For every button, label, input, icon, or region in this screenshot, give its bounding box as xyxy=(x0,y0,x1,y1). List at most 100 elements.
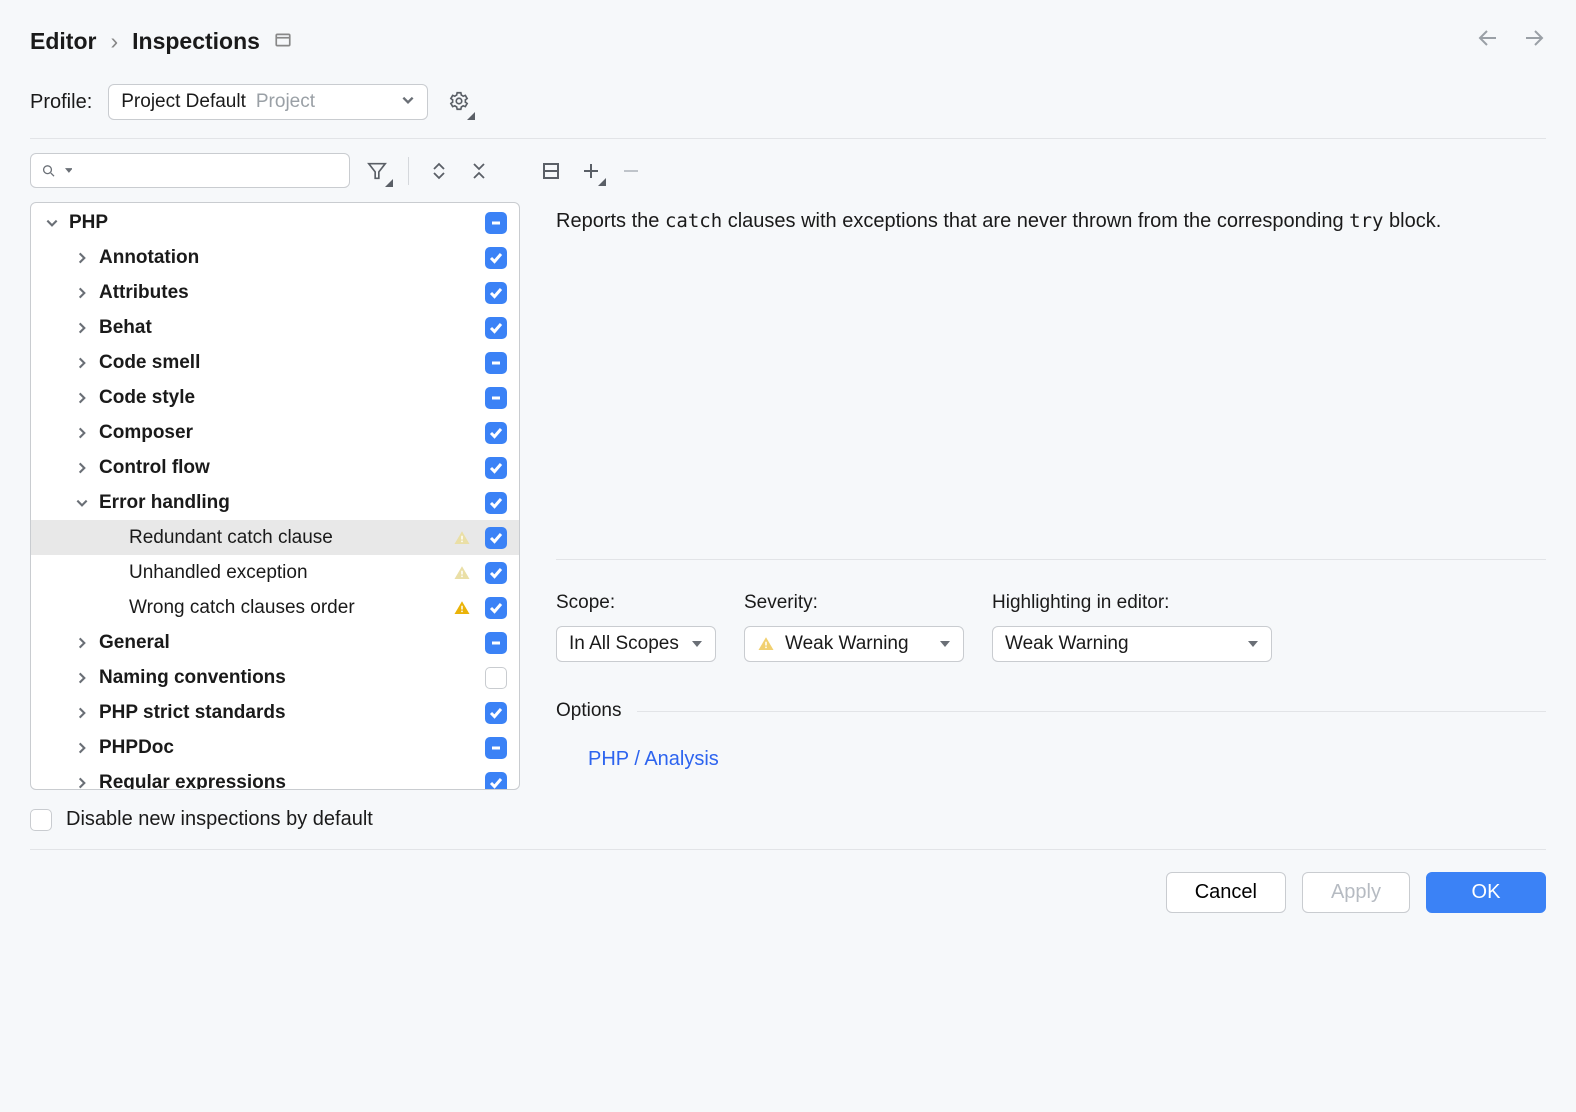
warning-icon xyxy=(453,529,471,547)
ok-button[interactable]: OK xyxy=(1426,872,1546,913)
inspection-checkbox[interactable] xyxy=(485,352,507,374)
chevron-down-icon[interactable] xyxy=(41,212,63,234)
chevron-right-icon[interactable] xyxy=(71,282,93,304)
add-button[interactable] xyxy=(577,157,605,185)
expand-all-button[interactable] xyxy=(425,157,453,185)
disable-new-inspections-checkbox[interactable] xyxy=(30,809,52,831)
chevron-right-icon[interactable] xyxy=(71,457,93,479)
tree-item-label: Error handling xyxy=(99,492,477,514)
tree-row[interactable]: PHP xyxy=(31,205,519,240)
profile-label: Profile: xyxy=(30,91,92,114)
tree-row[interactable]: Code style xyxy=(31,380,519,415)
tree-row[interactable]: Unhandled exception xyxy=(31,555,519,590)
inspection-checkbox[interactable] xyxy=(485,457,507,479)
tree-row[interactable]: PHPDoc xyxy=(31,730,519,765)
chevron-right-icon[interactable] xyxy=(71,667,93,689)
tree-row[interactable]: Naming conventions xyxy=(31,660,519,695)
tree-item-label: Composer xyxy=(99,422,477,444)
severity-dropdown[interactable]: Weak Warning xyxy=(744,626,964,662)
highlighting-dropdown[interactable]: Weak Warning xyxy=(992,626,1272,662)
inspection-checkbox[interactable] xyxy=(485,212,507,234)
inspection-checkbox[interactable] xyxy=(485,702,507,724)
warning-icon xyxy=(453,599,471,617)
collapse-all-button[interactable] xyxy=(465,157,493,185)
chevron-right-icon[interactable] xyxy=(71,387,93,409)
tree-item-label: Annotation xyxy=(99,247,477,269)
tree-row[interactable]: Control flow xyxy=(31,450,519,485)
disable-new-inspections-label: Disable new inspections by default xyxy=(66,808,373,831)
remove-button[interactable] xyxy=(617,157,645,185)
chevron-right-icon[interactable] xyxy=(71,702,93,724)
nav-back-icon[interactable] xyxy=(1476,26,1500,56)
nav-forward-icon[interactable] xyxy=(1522,26,1546,56)
dropdown-icon xyxy=(691,638,703,650)
inspection-checkbox[interactable] xyxy=(485,772,507,791)
highlighting-label: Highlighting in editor: xyxy=(992,592,1272,614)
tree-row[interactable]: Redundant catch clause xyxy=(31,520,519,555)
inspection-checkbox[interactable] xyxy=(485,667,507,689)
inspection-description: Reports the catch clauses with exception… xyxy=(556,202,1546,237)
show-in-window-icon[interactable] xyxy=(274,28,292,55)
tree-row[interactable]: Composer xyxy=(31,415,519,450)
search-dropdown-icon xyxy=(65,166,73,175)
tree-row[interactable]: Code smell xyxy=(31,345,519,380)
inspection-checkbox[interactable] xyxy=(485,492,507,514)
inspection-checkbox[interactable] xyxy=(485,527,507,549)
apply-button[interactable]: Apply xyxy=(1302,872,1410,913)
inspection-checkbox[interactable] xyxy=(485,632,507,654)
chevron-right-icon xyxy=(101,527,123,549)
inspection-checkbox[interactable] xyxy=(485,247,507,269)
options-heading: Options xyxy=(556,700,621,722)
warning-icon xyxy=(453,564,471,582)
breadcrumb-parent[interactable]: Editor xyxy=(30,28,96,55)
chevron-right-icon[interactable] xyxy=(71,247,93,269)
tree-row[interactable]: Annotation xyxy=(31,240,519,275)
chevron-right-icon[interactable] xyxy=(71,632,93,654)
options-link[interactable]: PHP / Analysis xyxy=(556,748,1546,771)
tree-row[interactable]: Wrong catch clauses order xyxy=(31,590,519,625)
tree-row[interactable]: Error handling xyxy=(31,485,519,520)
cancel-button[interactable]: Cancel xyxy=(1166,872,1286,913)
breadcrumb: Editor › Inspections xyxy=(30,28,292,55)
dropdown-icon xyxy=(939,638,951,650)
inspection-checkbox[interactable] xyxy=(485,387,507,409)
inspection-checkbox[interactable] xyxy=(485,737,507,759)
tree-item-label: Code style xyxy=(99,387,477,409)
tree-row[interactable]: PHP strict standards xyxy=(31,695,519,730)
tree-row[interactable]: Attributes xyxy=(31,275,519,310)
tree-item-label: PHP strict standards xyxy=(99,702,477,724)
chevron-right-icon[interactable] xyxy=(71,422,93,444)
inspection-checkbox[interactable] xyxy=(485,317,507,339)
tree-item-label: Control flow xyxy=(99,457,477,479)
reset-to-default-button[interactable] xyxy=(537,157,565,185)
tree-row[interactable]: Regular expressions xyxy=(31,765,519,790)
warning-icon xyxy=(757,635,775,653)
tree-item-label: PHP xyxy=(69,212,477,234)
filter-button[interactable] xyxy=(362,156,392,186)
tree-row[interactable]: Behat xyxy=(31,310,519,345)
tree-item-label: Attributes xyxy=(99,282,477,304)
tree-item-label: Wrong catch clauses order xyxy=(129,597,453,619)
inspection-checkbox[interactable] xyxy=(485,562,507,584)
inspections-tree[interactable]: PHP Annotation Attributes BehatCode smell Co… xyxy=(30,202,520,790)
chevron-down-icon xyxy=(401,91,415,113)
chevron-right-icon[interactable] xyxy=(71,772,93,791)
inspection-checkbox[interactable] xyxy=(485,282,507,304)
tree-row[interactable]: General xyxy=(31,625,519,660)
inspection-checkbox[interactable] xyxy=(485,422,507,444)
profile-dropdown[interactable]: Project Default Project xyxy=(108,84,428,120)
inspection-checkbox[interactable] xyxy=(485,597,507,619)
search-icon xyxy=(41,162,57,180)
scope-dropdown[interactable]: In All Scopes xyxy=(556,626,716,662)
chevron-right-icon[interactable] xyxy=(71,352,93,374)
chevron-down-icon[interactable] xyxy=(71,492,93,514)
dropdown-icon xyxy=(1247,638,1259,650)
profile-name: Project Default xyxy=(121,91,246,113)
chevron-right-icon[interactable] xyxy=(71,737,93,759)
chevron-right-icon[interactable] xyxy=(71,317,93,339)
chevron-right-icon xyxy=(101,597,123,619)
tree-item-label: Naming conventions xyxy=(99,667,477,689)
profile-settings-button[interactable] xyxy=(444,86,474,119)
breadcrumb-current: Inspections xyxy=(132,28,260,55)
search-input[interactable] xyxy=(30,153,350,188)
